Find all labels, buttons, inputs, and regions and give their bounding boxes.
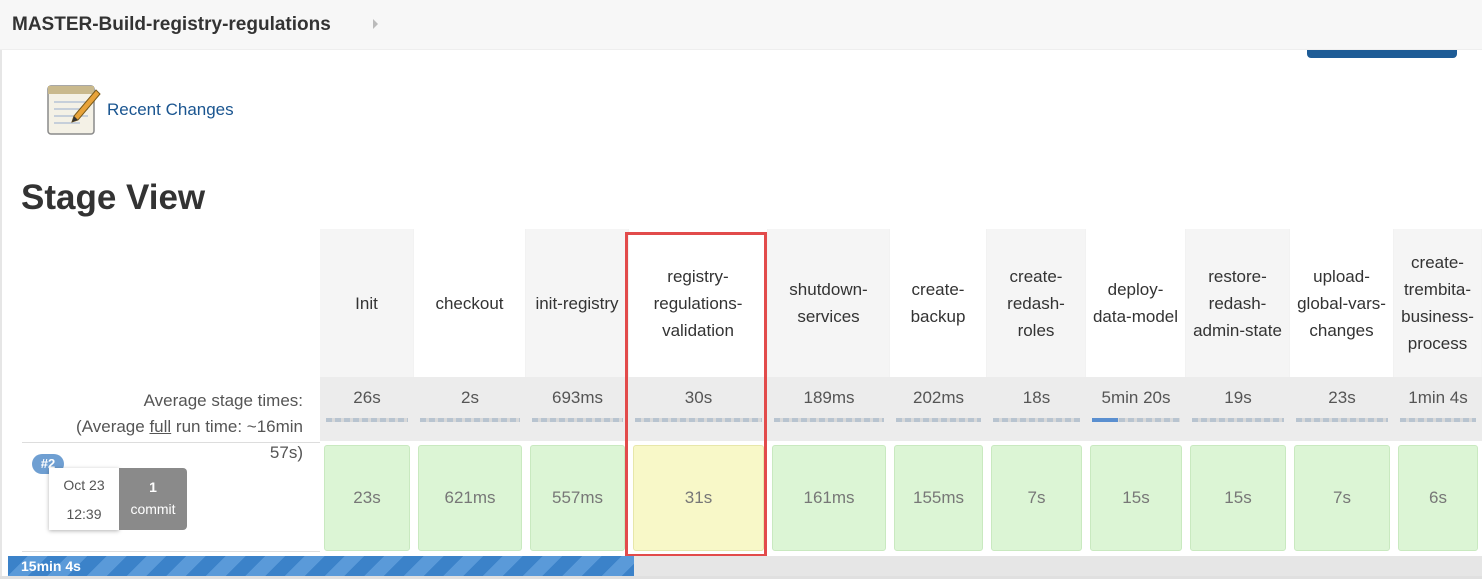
stage-column: create-redash-roles 18s 7s: [987, 229, 1086, 579]
stage-column: create-trembita-business-process 1min 4s 6…: [1394, 229, 1482, 579]
stage-name: checkout: [414, 229, 526, 377]
stage-avg-bar: [1400, 418, 1476, 422]
stage-avg-time: 26s: [353, 388, 381, 407]
stage-column: registry-regulations-validation 30s 31s: [629, 229, 768, 579]
stage-avg-time: 19s: [1224, 388, 1252, 407]
stage-duration-cell[interactable]: 15s: [1190, 445, 1286, 551]
stage-avg-time: 18s: [1022, 388, 1051, 407]
stage-column: init-registry 693ms 557ms: [526, 229, 629, 579]
stage-avg-time-cell: 19s: [1186, 377, 1290, 441]
breadcrumb: MASTER-Build-registry-regulations: [0, 0, 1482, 50]
stage-avg-bar-fill: [1092, 418, 1119, 422]
stage-avg-time-cell: 30s: [629, 377, 768, 441]
build-progress-bar[interactable]: 15min 4s: [8, 556, 634, 576]
stage-avg-bar: [635, 418, 762, 422]
stage-avg-time-cell: 26s: [320, 377, 414, 441]
recent-changes-label[interactable]: Recent Changes: [107, 100, 234, 120]
stage-name: upload-global-vars-changes: [1290, 229, 1394, 377]
build-date: Oct 23: [63, 477, 105, 493]
stage-name: create-trembita-business-process: [1394, 229, 1482, 377]
commit-count-box[interactable]: 1 commit: [119, 468, 187, 530]
avg-full-prefix: (Average: [76, 417, 150, 436]
stage-view-title: Stage View: [21, 178, 206, 217]
stage-name: create-redash-roles: [987, 229, 1086, 377]
stage-duration-cell[interactable]: 23s: [324, 445, 410, 551]
avg-stage-label: Average stage times:: [143, 391, 303, 410]
page-left-border: [0, 50, 2, 579]
stage-avg-time-cell: 693ms: [526, 377, 629, 441]
stage-name: create-backup: [890, 229, 987, 377]
stage-column: checkout 2s 621ms: [414, 229, 526, 579]
build-time: 12:39: [66, 506, 102, 522]
stage-avg-bar: [1092, 418, 1180, 422]
stage-name: shutdown-services: [768, 229, 890, 377]
stage-avg-time: 1min 4s: [1408, 388, 1468, 407]
stage-duration-cell[interactable]: 7s: [1294, 445, 1390, 551]
stage-avg-time: 2s: [461, 388, 479, 407]
stage-column: deploy-data-model 5min 20s 15s: [1086, 229, 1186, 579]
stage-avg-time: 30s: [684, 388, 713, 407]
commit-label: commit: [130, 501, 176, 517]
stage-avg-time: 693ms: [551, 388, 604, 407]
stage-avg-time: 23s: [1328, 388, 1356, 407]
stage-avg-time-cell: 5min 20s: [1086, 377, 1186, 441]
stage-column: shutdown-services 189ms 161ms: [768, 229, 890, 579]
stage-duration-cell[interactable]: 161ms: [772, 445, 886, 551]
stage-name: init-registry: [526, 229, 629, 377]
stage-duration-cell[interactable]: 6s: [1398, 445, 1478, 551]
stage-table: Init 26s 23s checkout 2s 621ms init-registry 69…: [320, 229, 1482, 579]
stage-avg-time-cell: 202ms: [890, 377, 987, 441]
stage-avg-time: 189ms: [803, 388, 855, 407]
stage-avg-bar: [1296, 418, 1388, 422]
stage-name: Init: [320, 229, 414, 377]
stage-avg-bar: [774, 418, 884, 422]
stage-avg-time-cell: 18s: [987, 377, 1086, 441]
stage-avg-time: 202ms: [912, 388, 965, 407]
stage-duration-cell[interactable]: 7s: [991, 445, 1082, 551]
avg-full-suffix: run time: ~16min: [171, 417, 303, 436]
stage-duration-cell[interactable]: 621ms: [418, 445, 522, 551]
commit-count: 1: [149, 479, 157, 495]
stage-avg-bar: [532, 418, 623, 422]
breadcrumb-chevron-icon[interactable]: [373, 19, 378, 29]
stage-column: Init 26s 23s: [320, 229, 414, 579]
stage-avg-bar: [326, 418, 408, 422]
stage-duration-cell[interactable]: 557ms: [530, 445, 625, 551]
stage-avg-bar: [1192, 418, 1284, 422]
avg-full-label: (Average full run time: ~16min: [0, 414, 303, 440]
stage-duration-cell[interactable]: 15s: [1090, 445, 1182, 551]
stage-avg-time-cell: 189ms: [768, 377, 890, 441]
stage-duration-cell[interactable]: 155ms: [894, 445, 983, 551]
stage-avg-time: 5min 20s: [1101, 388, 1171, 407]
stage-avg-time-cell: 1min 4s: [1394, 377, 1482, 441]
stage-name: restore-redash-admin-state: [1186, 229, 1290, 377]
stage-column: restore-redash-admin-state 19s 15s: [1186, 229, 1290, 579]
stage-avg-time-cell: 23s: [1290, 377, 1394, 441]
stage-column: upload-global-vars-changes 23s 7s: [1290, 229, 1394, 579]
notepad-icon: [47, 85, 101, 135]
stage-duration-cell[interactable]: 31s: [633, 445, 764, 551]
job-name-link[interactable]: MASTER-Build-registry-regulations: [12, 14, 331, 36]
stage-column: create-backup 202ms 155ms: [890, 229, 987, 579]
stage-name: registry-regulations-validation: [629, 229, 768, 377]
stage-name: deploy-data-model: [1086, 229, 1186, 377]
stage-avg-bar: [993, 418, 1080, 422]
stage-avg-time-cell: 2s: [414, 377, 526, 441]
build-date-box: Oct 23 12:39: [49, 468, 119, 530]
stage-avg-bar: [420, 418, 520, 422]
stage-avg-bar: [896, 418, 981, 422]
avg-full-link[interactable]: full: [149, 417, 171, 436]
build-now-button[interactable]: [1307, 50, 1457, 58]
